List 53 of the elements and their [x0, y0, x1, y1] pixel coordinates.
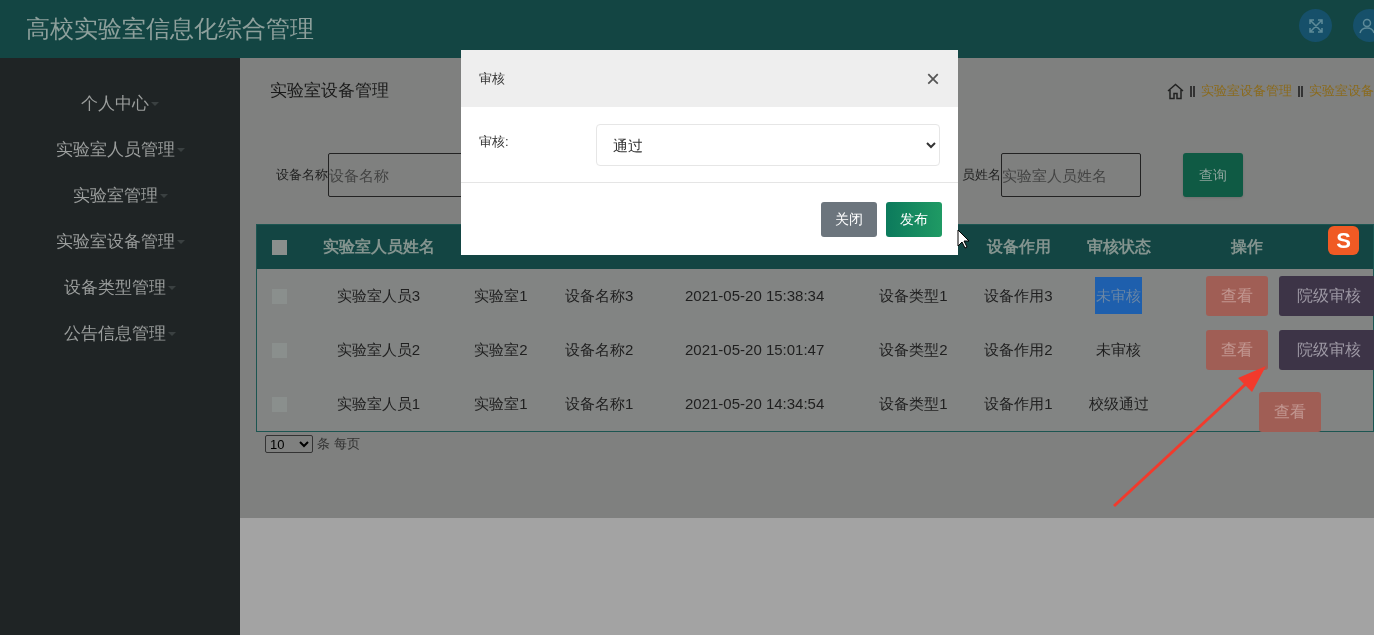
- review-button[interactable]: 院级审核: [1279, 276, 1374, 316]
- table-cell: 实验室人员1: [335, 394, 422, 412]
- sidebar-item[interactable]: 公告信息管理: [64, 321, 166, 347]
- sidebar-item[interactable]: 实验室人员管理: [55, 137, 175, 163]
- table-cell: 实验室人员2: [335, 340, 422, 358]
- table-cell: 未审核: [1095, 340, 1142, 358]
- table-cell: 设备类型1: [878, 394, 949, 412]
- separator-icon: [1190, 85, 1195, 97]
- publish-button[interactable]: 发布: [886, 201, 942, 237]
- table-cell: 实验室人员3: [335, 286, 422, 304]
- table-cell: 2021-05-20 15:38:34: [684, 286, 826, 304]
- table-cell: 实验室1: [473, 286, 529, 304]
- table-cell: 2021-05-20 15:01:47: [684, 340, 826, 358]
- table-cell: 设备作用3: [983, 286, 1054, 304]
- column-header: 实验室人员姓名: [322, 237, 435, 257]
- review-button[interactable]: 院级审核: [1279, 330, 1374, 370]
- search-field[interactable]: 实验室人员姓名: [1001, 153, 1141, 197]
- table-cell: 设备名称1: [564, 394, 635, 412]
- close-button[interactable]: ×: [926, 66, 940, 91]
- field-label: 审核:: [479, 133, 510, 151]
- sidebar-item[interactable]: 个人中心: [81, 91, 149, 117]
- ime-icon: S: [1328, 226, 1359, 255]
- table-cell: 2021-05-20 14:34:54: [684, 394, 826, 412]
- table-cell: 设备名称2: [564, 340, 635, 358]
- table-cell: 设备类型2: [878, 340, 949, 358]
- close-dialog-button[interactable]: 关闭: [821, 201, 877, 237]
- table-cell: 校级通过: [1087, 394, 1150, 412]
- page-size-select[interactable]: 10: [265, 434, 313, 453]
- page-size-label: 条 每页: [317, 435, 360, 453]
- sidebar-item[interactable]: 实验室管理: [72, 183, 158, 209]
- field-label: 设备名称: [276, 166, 328, 185]
- home-icon[interactable]: [1167, 82, 1184, 100]
- checkbox[interactable]: [271, 239, 287, 255]
- table-cell: 未审核: [1095, 276, 1142, 314]
- sidebar-item[interactable]: 设备类型管理: [64, 275, 166, 301]
- fullscreen-icon[interactable]: [1299, 9, 1332, 42]
- page-title: 实验室设备管理: [270, 80, 389, 103]
- table-cell: 设备类型1: [878, 286, 949, 304]
- separator-icon: [1298, 85, 1303, 97]
- sidebar-item[interactable]: 实验室设备管理: [55, 229, 175, 255]
- review-select[interactable]: 通过: [596, 124, 940, 166]
- table-cell: 设备作用1: [983, 394, 1054, 412]
- table-cell: 实验室2: [473, 340, 529, 358]
- table-cell: 设备名称3: [564, 286, 635, 304]
- table-cell: 设备作用2: [983, 340, 1054, 358]
- column-header: 审核状态: [1086, 237, 1151, 257]
- dialog-title: 审核: [479, 69, 505, 88]
- field-label: 员姓名: [962, 166, 1001, 185]
- app-title: 高校实验室信息化综合管理: [26, 14, 314, 44]
- column-header: 操作: [1231, 237, 1263, 257]
- column-header: 设备作用: [986, 237, 1051, 257]
- search-button[interactable]: 查询: [1183, 153, 1243, 197]
- table-cell: 实验室1: [473, 394, 529, 412]
